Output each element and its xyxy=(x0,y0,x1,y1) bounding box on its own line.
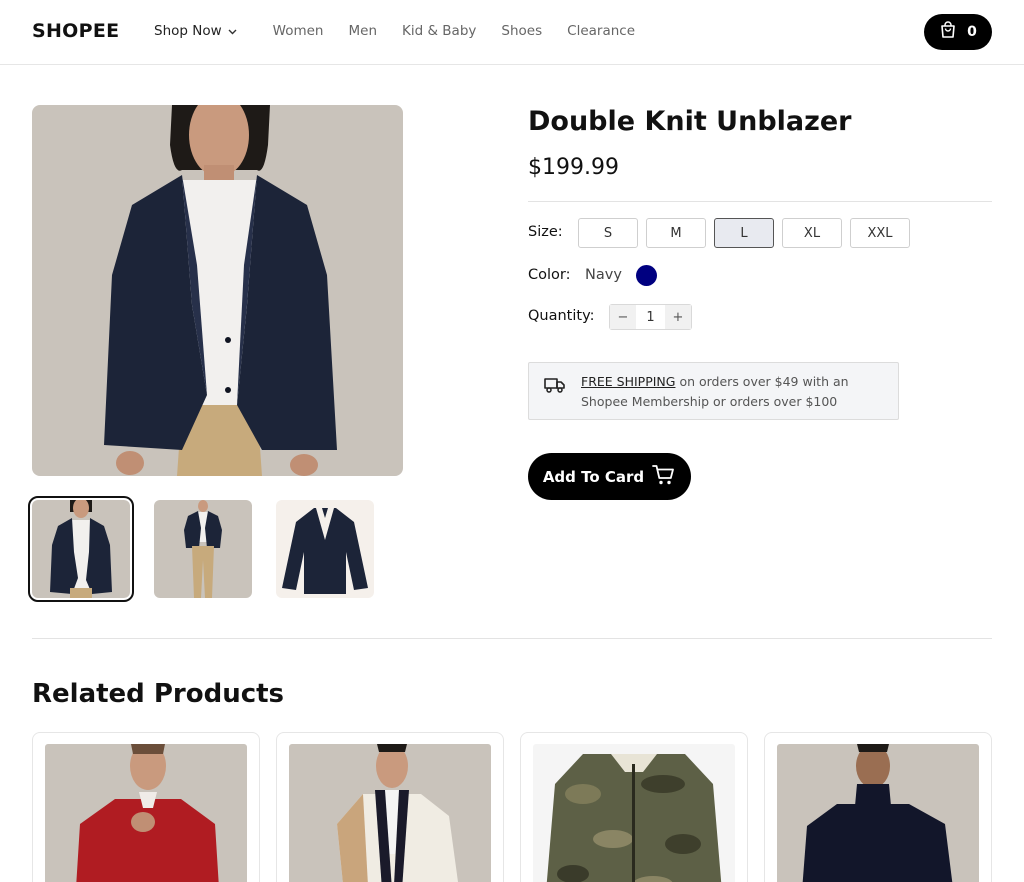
cart-count: 0 xyxy=(967,24,977,40)
size-option-s[interactable]: S xyxy=(578,218,638,248)
product-main-image[interactable] xyxy=(32,105,403,476)
quantity-label: Quantity: xyxy=(528,308,595,324)
nav-kid-baby[interactable]: Kid & Baby xyxy=(402,23,476,39)
size-option-xl[interactable]: XL xyxy=(782,218,842,248)
related-product-card[interactable] xyxy=(32,732,260,882)
divider xyxy=(528,201,992,202)
product-title: Double Knit Unblazer xyxy=(528,106,852,137)
cart-icon xyxy=(652,464,676,490)
color-name: Navy xyxy=(585,267,622,283)
section-divider xyxy=(32,638,992,639)
size-option-l[interactable]: L xyxy=(714,218,774,248)
nav-shop-now[interactable]: Shop Now xyxy=(154,23,237,39)
size-option-xxl[interactable]: XXL xyxy=(850,218,910,248)
related-product-image xyxy=(777,744,979,882)
quantity-value[interactable]: 1 xyxy=(636,310,665,325)
size-option-m[interactable]: M xyxy=(646,218,706,248)
shipping-banner: FREE SHIPPING on orders over $49 with an… xyxy=(528,362,899,420)
free-shipping-link[interactable]: FREE SHIPPING xyxy=(581,374,675,389)
related-products-title: Related Products xyxy=(32,679,285,709)
related-product-card[interactable] xyxy=(276,732,504,882)
truck-icon xyxy=(543,376,567,398)
related-product-card[interactable] xyxy=(520,732,748,882)
site-header: SHOPEE Shop Now Women Men Kid & Baby Sho… xyxy=(0,0,1024,65)
related-product-image xyxy=(45,744,247,882)
main-nav: Shop Now Women Men Kid & Baby Shoes Clea… xyxy=(154,23,660,39)
logo[interactable]: SHOPEE xyxy=(32,20,119,42)
chevron-down-icon xyxy=(228,23,237,39)
nav-shoes[interactable]: Shoes xyxy=(501,23,542,39)
nav-clearance[interactable]: Clearance xyxy=(567,23,635,39)
cart-button[interactable]: 0 xyxy=(924,14,992,50)
product-price: $199.99 xyxy=(528,155,619,180)
color-swatch-navy[interactable] xyxy=(636,265,657,286)
add-to-cart-button[interactable]: Add To Card xyxy=(528,453,691,500)
nav-men[interactable]: Men xyxy=(349,23,378,39)
shopping-bag-icon xyxy=(939,21,957,43)
add-to-cart-label: Add To Card xyxy=(542,467,645,486)
color-label: Color: xyxy=(528,267,571,283)
related-product-image xyxy=(289,744,491,882)
thumbnail-1[interactable] xyxy=(28,496,134,602)
related-product-image xyxy=(533,744,735,882)
shipping-text: FREE SHIPPING on orders over $49 with an… xyxy=(581,372,881,412)
quantity-increment-button[interactable]: + xyxy=(665,305,691,329)
related-product-card[interactable] xyxy=(764,732,992,882)
thumbnail-2[interactable] xyxy=(154,500,252,598)
quantity-decrement-button[interactable]: − xyxy=(610,305,636,329)
nav-women[interactable]: Women xyxy=(273,23,324,39)
nav-shop-now-label: Shop Now xyxy=(154,23,222,39)
size-label: Size: xyxy=(528,224,563,240)
thumbnail-3[interactable] xyxy=(276,500,374,598)
quantity-stepper: − 1 + xyxy=(609,304,692,330)
